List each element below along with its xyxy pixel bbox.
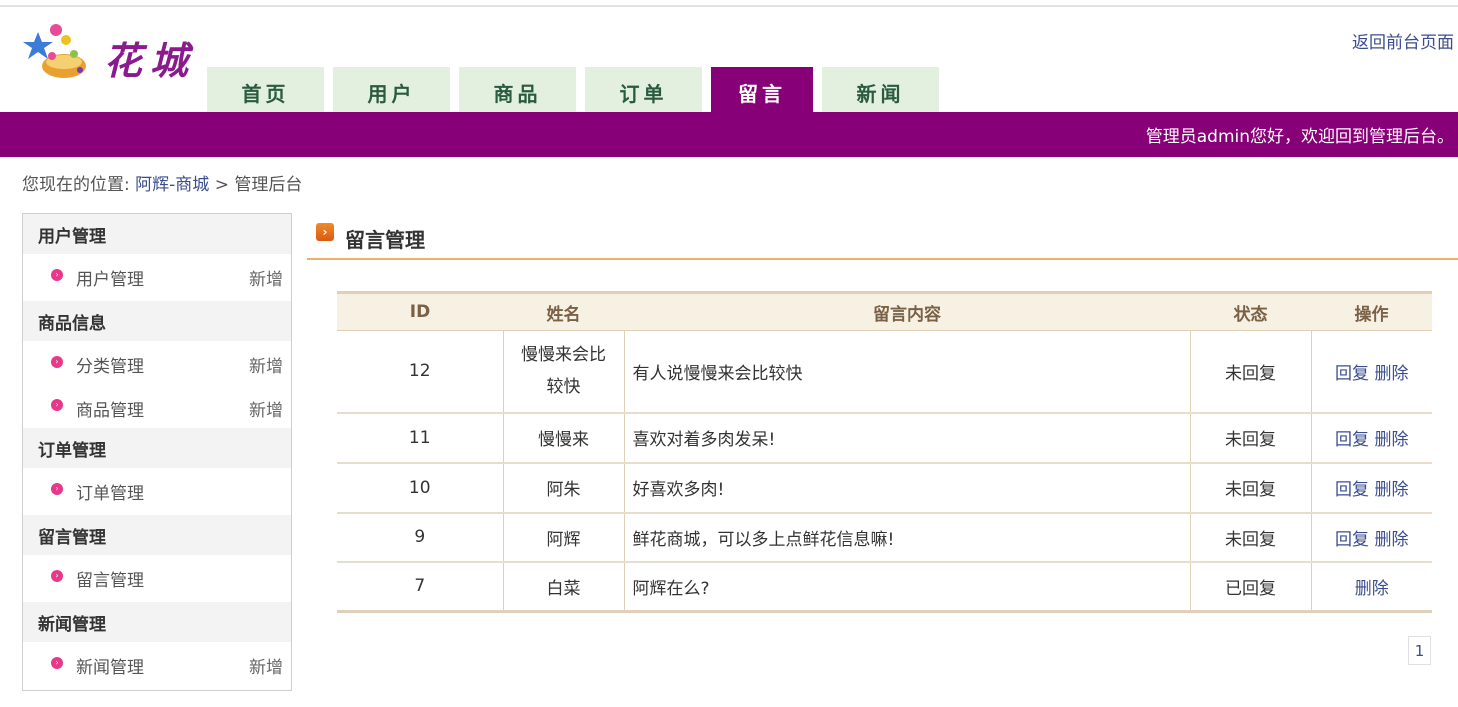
reply-link[interactable]: 回复 [1335,430,1369,450]
reply-link[interactable]: 回复 [1335,530,1369,550]
cell-id: 12 [337,330,503,414]
cell-content: 好喜欢多肉! [623,462,1190,514]
tab-news[interactable]: 新闻 [822,67,939,112]
cell-name: 白菜 [502,561,624,613]
bullet-arrow-icon: › [51,656,63,669]
cell-status: 已回复 [1189,561,1311,613]
breadcrumb-home-link[interactable]: 阿辉-商城 [135,175,209,195]
pagination-page-button[interactable]: 1 [1408,636,1431,665]
cell-name: 阿辉 [502,512,624,563]
cell-actions: 回复 删除 [1310,462,1432,514]
flower-basket-logo-icon [23,24,86,78]
sidebar-item-label[interactable]: 分类管理 [76,352,144,377]
column-header-status: 状态 [1190,291,1311,331]
delete-link[interactable]: 删除 [1374,364,1408,384]
add-product-link[interactable]: 新增 [249,396,283,421]
cell-content: 喜欢对着多肉发呆! [623,412,1190,464]
cell-name: 慢慢来 [502,412,624,464]
bullet-arrow-icon: › [51,268,63,281]
tab-home[interactable]: 首页 [207,67,324,112]
main-nav: 首页 用户 商品 订单 留言 新闻 [207,67,948,112]
tab-users[interactable]: 用户 [333,67,450,112]
column-header-action: 操作 [1311,291,1432,331]
cell-id: 7 [337,561,503,613]
table-row: 9 阿辉 鲜花商城，可以多上点鲜花信息嘛! 未回复 回复 删除 [337,512,1432,563]
breadcrumb-separator: > [214,175,229,195]
sidebar-item-user-management[interactable]: › 用户管理 新增 [23,254,291,301]
breadcrumb: 您现在的位置: 阿辉-商城 > 管理后台 [22,170,302,195]
bullet-arrow-icon: › [51,355,63,368]
delete-link[interactable]: 删除 [1374,430,1408,450]
sidebar-item-label[interactable]: 用户管理 [76,265,144,290]
sidebar: 用户管理 › 用户管理 新增 商品信息 › 分类管理 新增 › 商品管理 新增 … [22,213,292,691]
cell-actions: 回复 删除 [1310,412,1432,464]
welcome-text: 管理员admin您好，欢迎回到管理后台。 [1145,127,1454,147]
breadcrumb-prefix: 您现在的位置: [22,175,130,195]
add-user-link[interactable]: 新增 [249,265,283,290]
table-row: 7 白菜 阿辉在么? 已回复 删除 [337,561,1432,613]
sidebar-item-label[interactable]: 商品管理 [76,396,144,421]
reply-link[interactable]: 回复 [1335,364,1369,384]
sidebar-item-category-management[interactable]: › 分类管理 新增 [23,341,291,388]
message-table: ID 姓名 留言内容 状态 操作 12 慢慢来会比较快 有人说慢慢来会比较快 未… [337,291,1432,613]
column-header-name: 姓名 [503,291,624,331]
bullet-arrow-icon: › [51,399,63,411]
sidebar-item-news-management[interactable]: › 新闻管理 新增 [23,642,291,689]
sidebar-group-title: 新闻管理 [23,602,291,642]
delete-link[interactable]: 删除 [1374,480,1408,500]
sidebar-group-title: 留言管理 [23,515,291,555]
sidebar-item-label[interactable]: 订单管理 [76,479,144,504]
cell-id: 9 [337,512,503,563]
top-divider [0,5,1458,7]
site-logo[interactable]: 花城 [22,18,202,88]
column-header-content: 留言内容 [624,291,1190,331]
table-header-row: ID 姓名 留言内容 状态 操作 [337,291,1432,331]
bullet-arrow-icon: › [51,482,63,495]
table-row: 12 慢慢来会比较快 有人说慢慢来会比较快 未回复 回复 删除 [337,330,1432,414]
cell-name: 阿朱 [502,462,624,514]
column-header-id: ID [337,291,503,331]
sidebar-group-title: 商品信息 [23,301,291,341]
section-header: › 留言管理 [307,220,1458,260]
add-category-link[interactable]: 新增 [249,352,283,377]
back-to-frontend-link[interactable]: 返回前台页面 [1352,28,1454,53]
reply-link[interactable]: 回复 [1335,480,1369,500]
breadcrumb-current: 管理后台 [234,175,303,195]
cell-status: 未回复 [1189,512,1311,563]
sidebar-item-label[interactable]: 留言管理 [76,566,144,591]
tab-products[interactable]: 商品 [459,67,576,112]
sidebar-group-title: 订单管理 [23,428,291,468]
cell-content: 有人说慢慢来会比较快 [623,330,1190,414]
add-news-link[interactable]: 新增 [249,653,283,678]
table-row: 10 阿朱 好喜欢多肉! 未回复 回复 删除 [337,462,1432,514]
cell-id: 11 [337,412,503,464]
cell-id: 10 [337,462,503,514]
sidebar-item-message-management[interactable]: › 留言管理 [23,555,291,602]
delete-link[interactable]: 删除 [1374,530,1408,550]
tab-messages[interactable]: 留言 [711,67,813,112]
cell-content: 阿辉在么? [623,561,1190,613]
bullet-arrow-icon: › [51,569,63,582]
page-title: 留言管理 [345,228,425,252]
tab-orders[interactable]: 订单 [585,67,702,112]
cell-name: 慢慢来会比较快 [502,330,624,414]
cell-status: 未回复 [1189,330,1311,414]
cell-content: 鲜花商城，可以多上点鲜花信息嘛! [623,512,1190,563]
welcome-bar: 管理员admin您好，欢迎回到管理后台。 [0,112,1458,157]
cell-actions: 删除 [1310,561,1432,613]
cell-status: 未回复 [1189,462,1311,514]
sidebar-item-label[interactable]: 新闻管理 [76,653,144,678]
cell-actions: 回复 删除 [1310,330,1432,414]
table-row: 11 慢慢来 喜欢对着多肉发呆! 未回复 回复 删除 [337,412,1432,464]
logo-text: 花城 [104,38,197,83]
delete-link[interactable]: 删除 [1355,579,1389,599]
cell-status: 未回复 [1189,412,1311,464]
cell-actions: 回复 删除 [1310,512,1432,563]
sidebar-item-order-management[interactable]: › 订单管理 [23,468,291,515]
section-arrow-icon: › [316,223,334,241]
sidebar-group-title: 用户管理 [23,214,291,254]
sidebar-item-product-management[interactable]: › 商品管理 新增 [23,388,291,428]
